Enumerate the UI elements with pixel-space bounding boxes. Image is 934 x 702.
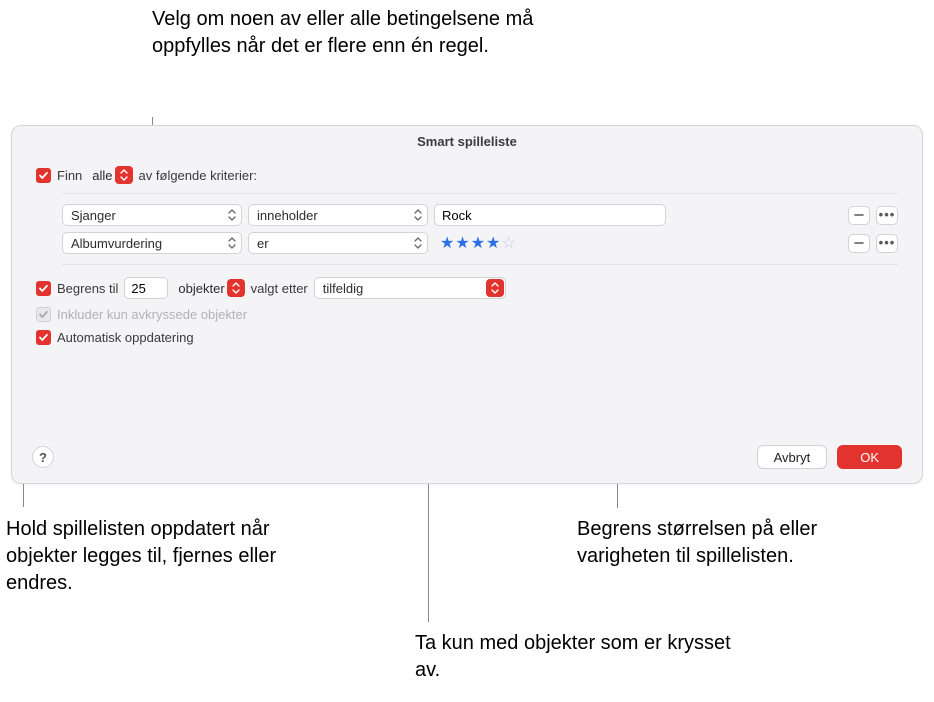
limit-unit-value: objekter <box>178 281 224 296</box>
rule-more-button[interactable]: ••• <box>876 234 898 253</box>
only-checked-label: Inkluder kun avkryssede objekter <box>57 307 247 322</box>
limit-label: Begrens til <box>57 281 118 296</box>
live-update-checkbox[interactable] <box>36 330 51 345</box>
rule-more-button[interactable]: ••• <box>876 206 898 225</box>
rule-operator-value: er <box>257 236 269 251</box>
rule-operator-select[interactable]: inneholder <box>248 204 428 226</box>
rule-value-input[interactable] <box>434 204 666 226</box>
minus-icon <box>854 238 864 248</box>
rule-field-select[interactable]: Albumvurdering <box>62 232 242 254</box>
cancel-button[interactable]: Avbryt <box>757 445 828 469</box>
callout-only-checked: Ta kun med objekter som er krysset av. <box>415 630 735 684</box>
remove-rule-button[interactable] <box>848 206 870 225</box>
limit-value-input[interactable] <box>124 277 168 299</box>
match-label: Finn <box>57 168 82 183</box>
callout-limit: Begrens størrelsen på eller varigheten t… <box>577 516 837 570</box>
rule-field-value: Sjanger <box>71 208 116 223</box>
remove-rule-button[interactable] <box>848 234 870 253</box>
ok-button[interactable]: OK <box>837 445 902 469</box>
live-update-row: Automatisk oppdatering <box>36 330 898 345</box>
callout-live-update: Hold spillelisten oppdatert når objekter… <box>6 516 326 597</box>
smart-playlist-dialog: Smart spilleliste Finn alle av følgende … <box>11 125 923 484</box>
rule-field-value: Albumvurdering <box>71 236 162 251</box>
match-suffix: av følgende kriterier: <box>139 168 258 183</box>
only-checked-row: Inkluder kun avkryssede objekter <box>36 307 898 322</box>
match-checkbox[interactable] <box>36 168 51 183</box>
rule-field-select[interactable]: Sjanger <box>62 204 242 226</box>
rule-value-stars[interactable]: ★★★★☆ <box>434 233 517 253</box>
limit-unit-select[interactable]: objekter <box>174 278 244 298</box>
callout-match-mode: Velg om noen av eller alle betingelsene … <box>152 6 572 60</box>
limit-row: Begrens til objekter valgt etter tilfeld… <box>36 277 898 299</box>
minus-icon <box>854 210 864 220</box>
only-checked-checkbox <box>36 307 51 322</box>
limit-selectedby-label: valgt etter <box>251 281 308 296</box>
live-update-label: Automatisk oppdatering <box>57 330 194 345</box>
limit-selectedby-select[interactable]: tilfeldig <box>314 277 506 299</box>
rule-row: Sjanger inneholder ••• <box>62 201 898 229</box>
match-mode-select[interactable]: alle <box>88 165 132 185</box>
dialog-footer: ? Avbryt OK <box>12 445 922 469</box>
rule-row: Albumvurdering er ★★★★☆ ••• <box>62 229 898 257</box>
limit-checkbox[interactable] <box>36 281 51 296</box>
rule-operator-select[interactable]: er <box>248 232 428 254</box>
rules-box: Sjanger inneholder ••• Albumvurdering <box>62 193 898 265</box>
question-icon: ? <box>39 450 47 465</box>
help-button[interactable]: ? <box>32 446 54 468</box>
rule-operator-value: inneholder <box>257 208 318 223</box>
match-mode-value: alle <box>92 168 112 183</box>
dialog-title: Smart spilleliste <box>12 126 922 159</box>
match-row: Finn alle av følgende kriterier: <box>36 165 898 185</box>
limit-selectedby-value: tilfeldig <box>323 281 363 296</box>
